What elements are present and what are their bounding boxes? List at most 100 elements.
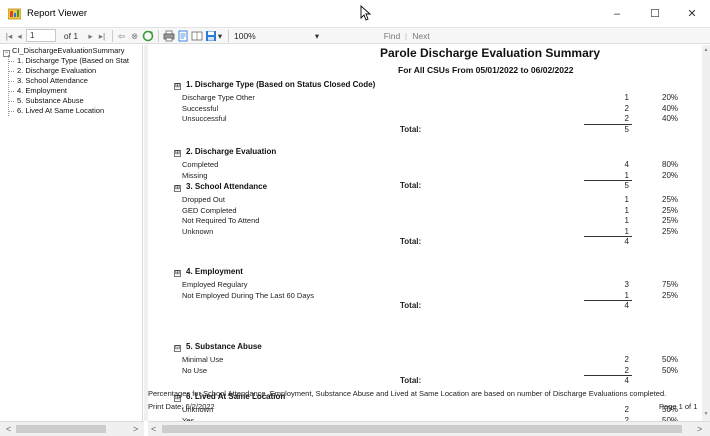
total-label: Total:	[400, 301, 422, 310]
row-count: 3	[624, 280, 629, 289]
row-percent: 40%	[662, 114, 679, 123]
row-label: Minimal Use	[182, 355, 224, 364]
section-heading: ⊞ 2. Discharge Evaluation	[174, 147, 276, 157]
print-layout-icon[interactable]	[177, 30, 189, 42]
find-next-separator: |	[404, 31, 408, 41]
scroll-up-arrow[interactable]: ▲	[702, 47, 710, 53]
row-count: 2	[624, 355, 629, 364]
row-percent: 75%	[662, 280, 679, 289]
expand-toggle-icon[interactable]: ⊟	[174, 345, 181, 352]
row-percent: 40%	[662, 103, 679, 113]
report-viewer-app-icon	[8, 8, 21, 20]
toolbar-separator	[112, 30, 113, 42]
expand-toggle-icon[interactable]: ⊞	[174, 150, 181, 157]
row-percent: 20%	[662, 170, 679, 180]
total-label: Total:	[400, 237, 422, 246]
row-label: Dropped Out	[182, 195, 225, 204]
row-label: Employed Regulary	[182, 280, 248, 289]
scroll-right-arrow[interactable]: >	[133, 424, 138, 434]
row-count: 1	[624, 290, 629, 300]
expand-toggle-icon[interactable]: ⊞	[174, 185, 181, 192]
map-item-discharge-evaluation[interactable]: 2. Discharge Evaluation	[8, 66, 96, 75]
scroll-left-arrow[interactable]: <	[6, 424, 11, 434]
row-percent: 25%	[662, 216, 679, 225]
scroll-right-arrow[interactable]: >	[697, 424, 702, 434]
row-label: Unsuccessful	[182, 114, 227, 123]
scroll-left-arrow[interactable]: <	[151, 424, 156, 434]
document-map-horizontal-scrollbar[interactable]: < >	[0, 421, 144, 436]
document-map-root-label: CI_DischargeEvaluationSummary	[12, 46, 125, 55]
toolbar-separator	[228, 30, 229, 42]
row-percent: 25%	[662, 290, 679, 300]
back-button[interactable]: ⇦	[116, 29, 127, 43]
total-label: Total:	[400, 181, 422, 190]
print-date: Print Date: 6/2/2022	[148, 402, 215, 411]
row-label: Not Required To Attend	[182, 216, 260, 225]
expand-toggle-icon[interactable]: ⊞	[174, 270, 181, 277]
map-item-employment[interactable]: 4. Employment	[8, 86, 67, 95]
expand-toggle-icon[interactable]: ⊞	[174, 83, 181, 90]
row-percent: 25%	[662, 205, 679, 215]
section-heading-text: 1. Discharge Type (Based on Status Close…	[186, 80, 376, 89]
map-item-lived-at-same-location[interactable]: 6. Lived At Same Location	[8, 106, 104, 115]
first-page-button[interactable]: |◂	[4, 29, 14, 43]
scroll-thumb[interactable]	[16, 425, 106, 433]
report-title: Parole Discharge Evaluation Summary	[380, 46, 601, 60]
next-link[interactable]: Next	[411, 29, 431, 43]
report-page: Parole Discharge Evaluation Summary For …	[148, 45, 702, 421]
refresh-icon[interactable]	[142, 30, 154, 42]
scroll-thumb[interactable]	[162, 425, 682, 433]
title-bar: Report Viewer – ☐ ✕	[0, 0, 710, 28]
next-page-button[interactable]: ▸	[86, 29, 95, 43]
row-count: 2	[624, 365, 629, 375]
row-count: 2	[624, 114, 629, 123]
row-count: 1	[624, 93, 629, 102]
section-heading-text: 5. Substance Abuse	[186, 342, 262, 351]
page-number-input[interactable]: 1	[26, 29, 56, 42]
vertical-scrollbar[interactable]: ▲ ▼	[702, 45, 710, 421]
report-footnote: Percentages for School Attendance, Emplo…	[148, 389, 667, 398]
page-indicator: Page 1 of 1	[659, 402, 698, 411]
row-count: 1	[624, 216, 629, 225]
map-item-discharge-type[interactable]: 1. Discharge Type (Based on Stat	[8, 56, 129, 65]
total-count: 5	[624, 181, 629, 190]
prev-page-button[interactable]: ◂	[15, 29, 24, 43]
toolbar-separator	[158, 30, 159, 42]
zoom-select[interactable]: 100%	[234, 29, 264, 43]
row-label: Missing	[182, 170, 208, 180]
section-heading: ⊞ 3. School Attendance	[174, 182, 267, 192]
scroll-down-arrow[interactable]: ▼	[702, 411, 710, 417]
section-heading-text: 4. Employment	[186, 267, 243, 276]
total-count: 4	[624, 301, 629, 310]
report-horizontal-scrollbar[interactable]: < >	[148, 421, 710, 436]
row-label: GED Completed	[182, 205, 237, 215]
map-item-substance-abuse[interactable]: 5. Substance Abuse	[8, 96, 84, 105]
minimize-button[interactable]: –	[599, 0, 635, 28]
total-count: 4	[624, 237, 629, 246]
row-label: No Use	[182, 365, 208, 375]
row-count: 2	[624, 103, 629, 113]
row-label: Completed	[182, 160, 219, 169]
row-percent: 25%	[662, 226, 679, 236]
last-page-button[interactable]: ▸|	[96, 29, 108, 43]
document-map: − CI_DischargeEvaluationSummary 1. Discha…	[0, 45, 143, 421]
find-link[interactable]: Find	[383, 29, 401, 43]
row-label: Successful	[182, 103, 219, 113]
maximize-button[interactable]: ☐	[637, 0, 673, 28]
export-dropdown-arrow[interactable]: ▾	[216, 29, 224, 43]
row-label: Unknown	[182, 226, 214, 236]
map-item-school-attendance[interactable]: 3. School Attendance	[8, 76, 88, 85]
row-percent: 80%	[662, 160, 679, 169]
row-count: 4	[624, 160, 629, 169]
row-count: 2	[624, 405, 629, 414]
report-subtitle: For All CSUs From 05/01/2022 to 06/02/20…	[398, 65, 574, 75]
print-icon[interactable]	[163, 30, 175, 42]
close-button[interactable]: ✕	[674, 0, 710, 28]
row-count: 1	[624, 226, 629, 236]
report-toolbar: |◂ ◂ 1 of 1 ▸ ▸| ⇦ ⊗ ▾ 100% ▾ Find | Nex…	[0, 28, 710, 44]
page-setup-icon[interactable]	[191, 30, 203, 42]
zoom-dropdown-arrow[interactable]: ▾	[312, 29, 322, 43]
section-heading-text: 3. School Attendance	[186, 182, 268, 191]
mouse-cursor-icon	[360, 5, 372, 21]
stop-button[interactable]: ⊗	[129, 29, 140, 43]
